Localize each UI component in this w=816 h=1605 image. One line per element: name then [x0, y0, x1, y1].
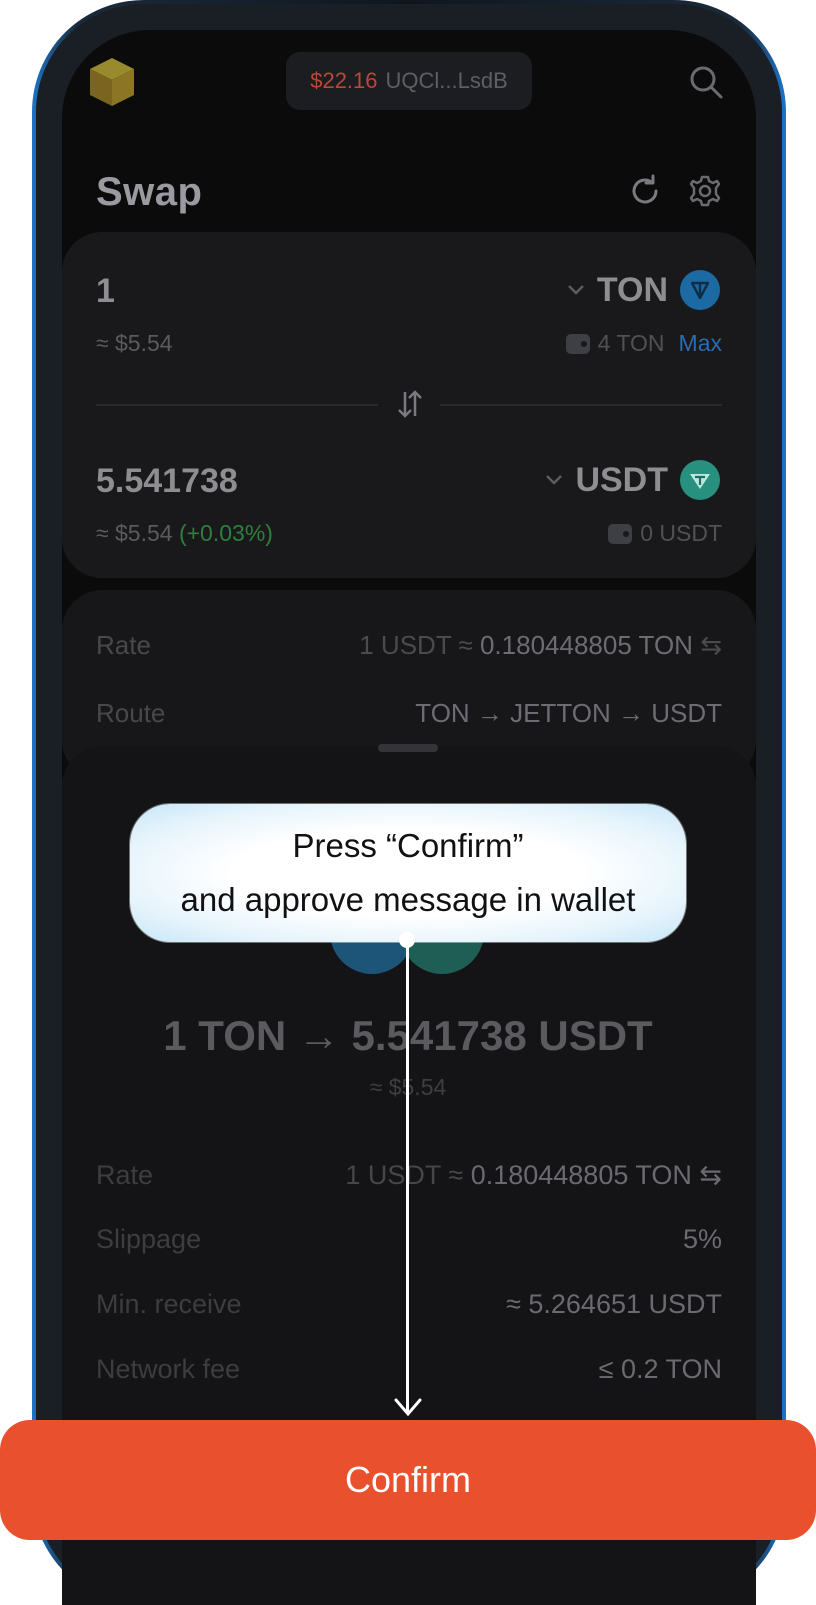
search-icon[interactable] — [688, 64, 724, 100]
rate-value: 1 USDT ≈ 0.180448805 TON ⇆ — [359, 630, 722, 661]
swap-arrows-icon[interactable]: ⇆ — [700, 630, 722, 660]
usdt-icon — [680, 460, 720, 500]
min-receive-value: ≈ 5.264651 USDT — [506, 1289, 722, 1319]
max-button[interactable]: Max — [679, 330, 722, 357]
slippage-value: 5% — [682, 1224, 722, 1254]
summary-rate-value: 1 USDT ≈ 0.180448805 TON ⇆ — [345, 1160, 722, 1191]
to-usd-amount: ≈ $5.54 — [96, 520, 173, 546]
slippage-label: Slippage — [96, 1224, 202, 1254]
rate-prefix: 1 USDT ≈ — [359, 630, 473, 660]
to-balance: 0 USDT — [608, 520, 722, 547]
from-usd-value: ≈ $5.54 — [96, 330, 173, 356]
rate-amount: 0.180448805 TON — [479, 630, 693, 660]
from-token-selector[interactable]: TON — [567, 270, 720, 310]
summary-rate-amount: 0.180448805 TON ⇆ — [470, 1160, 722, 1190]
summary-rate-label: Rate — [96, 1160, 154, 1190]
to-balance-value: 0 USDT — [640, 520, 722, 546]
route-label: Route — [96, 698, 166, 728]
route-value: TON → JETTON → USDT — [415, 698, 722, 728]
price-change: (+0.03%) — [178, 520, 273, 546]
callout-pointer-dot — [399, 932, 415, 948]
callout-line-1: Press “Confirm” — [292, 827, 524, 864]
wallet-icon — [565, 333, 590, 354]
to-token-selector[interactable]: USDT — [545, 460, 720, 500]
min-receive-label: Min. receive — [96, 1289, 242, 1319]
wallet-address: UQCl...LsdB — [385, 68, 508, 93]
ton-icon — [680, 270, 720, 310]
confirm-button[interactable]: Confirm — [0, 1420, 816, 1540]
wallet-icon — [608, 523, 633, 544]
wallet-pill[interactable]: $22.16 UQCl...LsdB — [286, 52, 532, 110]
swap-direction-icon[interactable] — [395, 388, 425, 420]
to-token-label: USDT — [575, 460, 668, 499]
rate-label: Rate — [96, 630, 151, 660]
callout-pointer-line — [406, 936, 409, 1414]
arrow-down-icon — [394, 1398, 422, 1417]
from-amount-input[interactable]: 1 — [96, 272, 115, 311]
sheet-handle[interactable] — [378, 744, 438, 752]
chevron-down-icon — [567, 285, 584, 295]
to-usd-value: ≈ $5.54 (+0.03%) — [96, 520, 273, 547]
from-token-label: TON — [596, 270, 668, 309]
cube-logo-icon[interactable] — [88, 56, 136, 108]
to-amount: 5.541738 — [96, 462, 238, 500]
wallet-balance: $22.16 — [310, 68, 378, 93]
network-fee-label: Network fee — [96, 1354, 241, 1384]
page-title: Swap — [96, 170, 203, 214]
from-balance-value: 4 TON — [597, 330, 665, 356]
from-balance: 4 TON Max — [565, 330, 722, 357]
summary-rate-prefix: 1 USDT ≈ — [345, 1160, 464, 1190]
chevron-down-icon — [546, 475, 563, 485]
callout-line-2: and approve message in wallet — [180, 881, 636, 918]
instruction-callout: Press “Confirm” and approve message in w… — [130, 804, 686, 942]
refresh-icon[interactable] — [628, 174, 662, 208]
gear-icon[interactable] — [688, 174, 722, 208]
network-fee-value: ≤ 0.2 TON — [598, 1354, 722, 1384]
